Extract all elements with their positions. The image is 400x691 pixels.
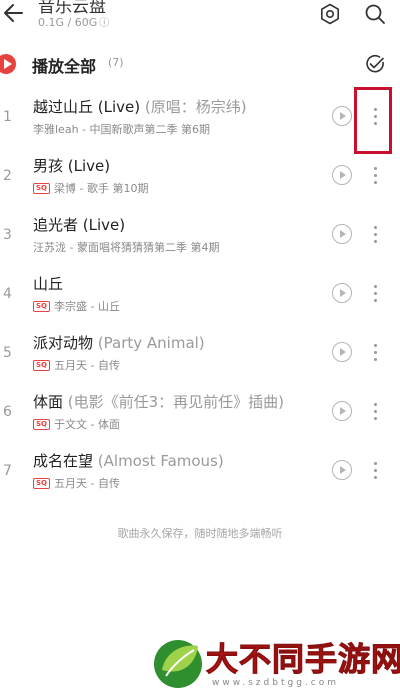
song-title: 派对动物 (Party Animal)	[33, 332, 205, 353]
top-bar: 音乐云盘 0.1G / 60G ⓘ	[0, 0, 400, 40]
song-index: 5	[3, 345, 12, 361]
song-row[interactable]: 7 成名在望 (Almost Famous) SQ 五月天 - 自传	[0, 445, 400, 504]
multi-select-icon[interactable]	[364, 53, 386, 75]
more-options-icon[interactable]	[368, 165, 384, 187]
song-artist-album: 五月天 - 自传	[54, 359, 120, 372]
song-meta: SQ 五月天 - 自传	[33, 475, 120, 491]
song-title-suffix: (Almost Famous)	[93, 452, 224, 470]
song-title-suffix: (原唱：杨宗纬)	[140, 98, 247, 116]
mv-play-icon[interactable]	[332, 106, 352, 126]
storage-text: 0.1G / 60G	[38, 16, 98, 29]
footer-note: 歌曲永久保存，随时随地多端畅听	[117, 527, 283, 540]
song-row[interactable]: 6 体面 (电影《前任3：再见前任》插曲) SQ 于文文 - 体面	[0, 386, 400, 445]
more-options-icon[interactable]	[368, 283, 384, 305]
song-title: 成名在望 (Almost Famous)	[33, 450, 224, 471]
sq-badge: SQ	[33, 300, 50, 312]
play-all-label: 播放全部	[32, 57, 97, 76]
song-index: 3	[3, 227, 12, 243]
watermark-url: www.szdbtgg.com	[212, 678, 339, 688]
song-artist-album: 李雅leah - 中国新歌声第二季 第6期	[33, 123, 210, 136]
leaf-logo-icon	[154, 640, 202, 688]
song-index: 7	[3, 463, 12, 479]
song-meta: 李雅leah - 中国新歌声第二季 第6期	[33, 121, 210, 137]
sq-badge: SQ	[33, 418, 50, 430]
song-artist-album: 于文文 - 体面	[54, 418, 120, 431]
mv-play-icon[interactable]	[332, 342, 352, 362]
song-index: 6	[3, 404, 12, 420]
song-title: 山丘	[33, 273, 63, 294]
song-list: 1 越过山丘 (Live) (原唱：杨宗纬) 李雅leah - 中国新歌声第二季…	[0, 91, 400, 504]
song-row[interactable]: 3 追光者 (Live) 汪苏泷 - 蒙面唱将猜猜猜第二季 第4期	[0, 209, 400, 268]
mv-play-icon[interactable]	[332, 401, 352, 421]
song-meta: SQ 于文文 - 体面	[33, 416, 120, 432]
search-icon[interactable]	[363, 2, 387, 26]
song-row[interactable]: 5 派对动物 (Party Animal) SQ 五月天 - 自传	[0, 327, 400, 386]
song-title: 体面 (电影《前任3：再见前任》插曲)	[33, 391, 284, 412]
song-meta: SQ 李宗盛 - 山丘	[33, 298, 120, 314]
song-row[interactable]: 2 男孩 (Live) SQ 梁博 - 歌手 第10期	[0, 150, 400, 209]
song-artist-album: 汪苏泷 - 蒙面唱将猜猜猜第二季 第4期	[33, 241, 220, 254]
more-options-icon[interactable]	[368, 460, 384, 482]
sq-badge: SQ	[33, 359, 50, 371]
mv-play-icon[interactable]	[332, 460, 352, 480]
song-title-text: 派对动物	[33, 334, 94, 352]
song-meta: SQ 五月天 - 自传	[33, 357, 120, 373]
song-title: 追光者 (Live)	[33, 214, 125, 235]
song-title-suffix: (电影《前任3：再见前任》插曲)	[63, 393, 285, 411]
more-options-icon[interactable]	[368, 224, 384, 246]
highlight-box	[354, 87, 392, 154]
more-options-icon[interactable]	[368, 342, 384, 364]
song-index: 2	[3, 168, 12, 184]
back-arrow-icon[interactable]	[2, 0, 26, 26]
song-title: 越过山丘 (Live) (原唱：杨宗纬)	[33, 96, 247, 117]
song-title-text: 体面	[33, 393, 64, 411]
play-all-row[interactable]: 播放全部 (7)	[0, 50, 400, 80]
mv-play-icon[interactable]	[332, 165, 352, 185]
song-artist-album: 梁博 - 歌手 第10期	[54, 182, 149, 195]
song-title-text: 越过山丘 (Live)	[33, 98, 141, 116]
sq-badge: SQ	[33, 477, 50, 489]
song-index: 4	[3, 286, 12, 302]
song-title-text: 男孩 (Live)	[33, 157, 111, 175]
info-icon[interactable]: ⓘ	[99, 18, 109, 29]
song-title-text: 追光者 (Live)	[33, 216, 126, 234]
song-title-text: 山丘	[33, 275, 64, 293]
song-row[interactable]: 1 越过山丘 (Live) (原唱：杨宗纬) 李雅leah - 中国新歌声第二季…	[0, 91, 400, 150]
mv-play-icon[interactable]	[332, 224, 352, 244]
song-meta: SQ 梁博 - 歌手 第10期	[33, 180, 148, 196]
song-title-text: 成名在望	[33, 452, 94, 470]
song-index: 1	[3, 109, 12, 125]
watermark-title: 大不同手游网	[205, 640, 400, 679]
sq-badge: SQ	[33, 182, 50, 194]
more-options-icon[interactable]	[368, 401, 384, 423]
settings-icon[interactable]	[318, 2, 342, 26]
storage-usage: 0.1G / 60G ⓘ	[38, 14, 109, 29]
song-artist-album: 李宗盛 - 山丘	[54, 300, 120, 313]
mv-play-icon[interactable]	[332, 283, 352, 303]
song-title: 男孩 (Live)	[33, 155, 110, 176]
play-icon[interactable]	[0, 54, 16, 74]
watermark: 大不同手游网 www.szdbtgg.com	[148, 630, 400, 691]
song-meta: 汪苏泷 - 蒙面唱将猜猜猜第二季 第4期	[33, 239, 219, 255]
song-title-suffix: (Party Animal)	[93, 334, 205, 352]
song-artist-album: 五月天 - 自传	[54, 477, 120, 490]
song-count: (7)	[108, 56, 124, 69]
song-row[interactable]: 4 山丘 SQ 李宗盛 - 山丘	[0, 268, 400, 327]
